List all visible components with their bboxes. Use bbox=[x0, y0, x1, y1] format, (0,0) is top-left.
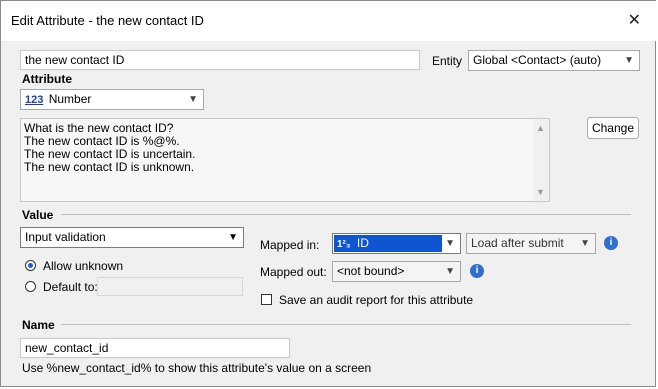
question-line: The new contact ID is unknown. bbox=[24, 160, 195, 174]
section-divider bbox=[61, 324, 631, 325]
allow-unknown-label: Allow unknown bbox=[43, 259, 124, 273]
chevron-down-icon: ▼ bbox=[188, 94, 198, 105]
value-section-label: Value bbox=[22, 208, 54, 222]
entity-label: Entity bbox=[432, 54, 463, 68]
load-option-select[interactable]: Load after submit ▼ bbox=[466, 233, 596, 254]
info-icon[interactable]: i bbox=[604, 236, 618, 250]
validation-value: Input validation bbox=[25, 230, 106, 244]
questions-textarea[interactable]: What is the new contact ID? The new cont… bbox=[20, 118, 550, 202]
mapped-out-value: <not bound> bbox=[337, 264, 405, 278]
mapped-in-value: ID bbox=[356, 236, 369, 250]
mapped-in-label: Mapped in: bbox=[260, 238, 320, 252]
default-to-label: Default to: bbox=[43, 280, 98, 294]
attribute-name-input[interactable]: the new contact ID bbox=[20, 50, 420, 70]
number-type-icon: 123 bbox=[25, 94, 44, 106]
title-bar: Edit Attribute - the new contact ID ✕ bbox=[1, 1, 657, 41]
scroll-up-icon[interactable]: ▲ bbox=[536, 123, 545, 133]
section-divider bbox=[61, 214, 631, 215]
default-value-input[interactable] bbox=[97, 277, 243, 296]
number-type-icon: 1²₃ bbox=[337, 239, 351, 250]
entity-select[interactable]: Global <Contact> (auto) ▼ bbox=[468, 50, 640, 71]
allow-unknown-radio[interactable] bbox=[25, 260, 36, 271]
chevron-down-icon: ▼ bbox=[580, 238, 590, 249]
audit-label: Save an audit report for this attribute bbox=[279, 293, 474, 307]
attribute-type-value: Number bbox=[48, 92, 92, 106]
name-hint: Use %new_contact_id% to show this attrib… bbox=[22, 361, 372, 375]
info-icon[interactable]: i bbox=[470, 264, 484, 278]
default-to-radio[interactable] bbox=[25, 281, 36, 292]
audit-checkbox[interactable] bbox=[261, 294, 272, 305]
mapped-in-select[interactable]: 1²₃ ID ▼ bbox=[332, 233, 461, 254]
scroll-down-icon[interactable]: ▼ bbox=[536, 187, 545, 197]
validation-select[interactable]: Input validation ▼ bbox=[20, 227, 244, 248]
mapped-out-select[interactable]: <not bound> ▼ bbox=[332, 261, 461, 282]
window-title: Edit Attribute - the new contact ID bbox=[11, 13, 204, 28]
entity-value: Global <Contact> (auto) bbox=[473, 53, 602, 67]
scrollbar[interactable]: ▲ ▼ bbox=[533, 119, 549, 201]
mapped-out-label: Mapped out: bbox=[260, 265, 327, 279]
close-icon[interactable]: ✕ bbox=[628, 10, 641, 30]
chevron-down-icon: ▼ bbox=[228, 232, 238, 243]
chevron-down-icon: ▼ bbox=[445, 238, 455, 249]
name-section-label: Name bbox=[22, 318, 55, 332]
load-option-value: Load after submit bbox=[471, 236, 564, 250]
attribute-type-select[interactable]: 123 Number ▼ bbox=[20, 89, 204, 110]
change-button[interactable]: Change bbox=[587, 117, 639, 139]
chevron-down-icon: ▼ bbox=[445, 266, 455, 277]
edit-attribute-dialog: Edit Attribute - the new contact ID ✕ th… bbox=[0, 0, 657, 387]
chevron-down-icon: ▼ bbox=[624, 55, 634, 66]
variable-name-input[interactable]: new_contact_id bbox=[20, 338, 290, 358]
attribute-section-label: Attribute bbox=[22, 72, 72, 86]
